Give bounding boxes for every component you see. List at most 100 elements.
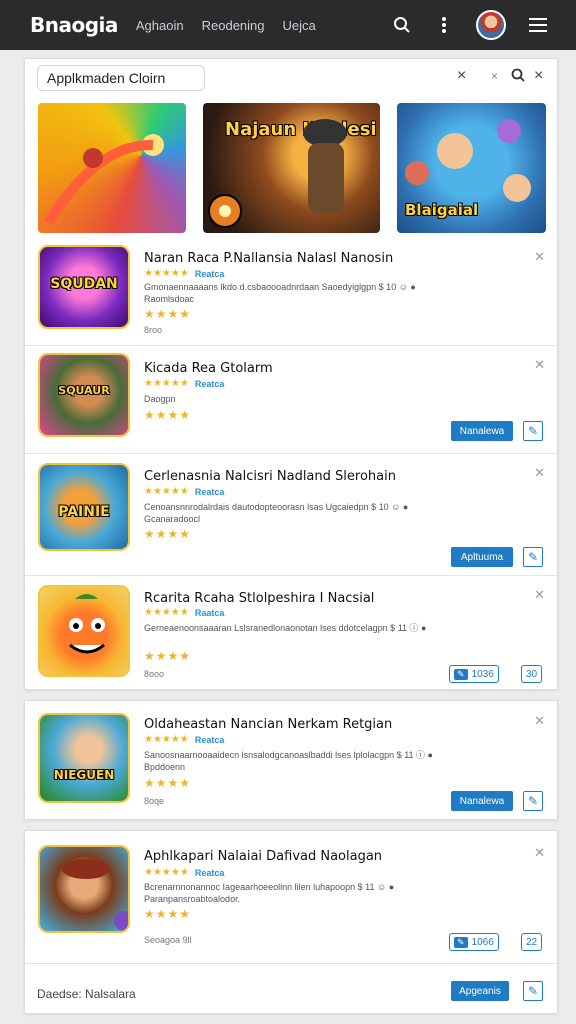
dismiss-icon[interactable]: ✕: [534, 249, 545, 265]
footer-label: Daedse: Nalsalara: [37, 987, 136, 1001]
category-badge: Reatca: [194, 867, 225, 878]
app-meta: 8roo: [144, 325, 163, 335]
app-title[interactable]: Aphlkapari Nalaiai Dafivad Naolagan: [144, 849, 382, 864]
rating-stars: ★★★★★: [144, 486, 189, 497]
edit-icon[interactable]: ✎: [523, 981, 543, 1001]
avatar[interactable]: [476, 10, 506, 40]
rating-stars: ★★★★★: [144, 867, 189, 878]
app-icon: PAINIE: [38, 463, 130, 551]
rating-line: ★★★★★ Reatca: [144, 268, 224, 279]
result-card: NIEGUEN Oldaheastan Nancian Nerkam Retgi…: [24, 700, 558, 820]
rating-stars-large: ★★★★: [144, 307, 192, 321]
app-meta: 8ooo: [144, 669, 165, 679]
search-icon[interactable]: [511, 68, 525, 87]
app-description: Cenoansnnrodalrdais dautodopteoorasn lsa…: [144, 502, 409, 512]
nav-link-1[interactable]: Aghaoin: [136, 18, 184, 33]
app-icon: SQUDAN: [38, 245, 130, 329]
rating-stars-large: ★★★★: [144, 776, 192, 790]
pill-icon: ✎: [454, 668, 468, 680]
divider: [25, 575, 557, 576]
more-vertical-icon[interactable]: [434, 15, 454, 35]
rating-stars: ★★★★★: [144, 378, 189, 389]
category-badge: Reatca: [194, 734, 225, 745]
dismiss-icon[interactable]: ✕: [534, 845, 545, 861]
featured-title-3: Blaigaial: [405, 201, 479, 219]
category-badge: Reatca: [194, 378, 225, 389]
app-meta: Seoagoa 9ll: [144, 935, 192, 945]
app-description: Sanoosnaarnooaaidecn lsnsalodgcanoaslbad…: [144, 750, 433, 760]
top-actions: [392, 0, 548, 50]
brand-logo[interactable]: Bnaogia: [30, 13, 118, 37]
search-input[interactable]: Applkmaden Cloirn: [37, 65, 205, 91]
rating-stars-large: ★★★★: [144, 408, 192, 422]
featured-thumbnail-3[interactable]: Blaigaial: [397, 103, 546, 233]
list-item[interactable]: Aphlkapari Nalaiai Dafivad Naolagan ★★★★…: [25, 845, 557, 957]
category-badge: Reatca: [194, 268, 225, 279]
rating-line: ★★★★★ Reatca: [144, 486, 224, 497]
rating-stars: ★★★★★: [144, 734, 189, 745]
primary-action-button[interactable]: Apltuuma: [451, 547, 513, 567]
app-title[interactable]: Cerlenasnia Nalcisri Nadland Slerohain: [144, 469, 396, 484]
rating-stars-large: ★★★★: [144, 527, 192, 541]
search-icon[interactable]: [392, 15, 412, 35]
rating-line: ★★★★★ Reatca: [144, 867, 224, 878]
count-pill-secondary[interactable]: 30: [521, 665, 543, 683]
dismiss-icon[interactable]: ✕: [534, 465, 545, 481]
featured-thumbnail-1[interactable]: [38, 103, 186, 233]
featured-thumbnail-2[interactable]: Najaun Khalesi: [203, 103, 380, 233]
app-icon: SQUAUR: [38, 353, 130, 437]
results-card: Applkmaden Cloirn × × × Najaun Khalesi B…: [24, 58, 558, 690]
nav-link-3[interactable]: Uejca: [283, 18, 316, 33]
app-icon: [38, 585, 130, 677]
rating-stars-large: ★★★★: [144, 649, 192, 663]
result-card: Aphlkapari Nalaiai Dafivad Naolagan ★★★★…: [24, 830, 558, 1014]
pill-icon: ✎: [454, 936, 468, 948]
edit-icon[interactable]: ✎: [523, 421, 543, 441]
clear-icon[interactable]: ×: [534, 67, 543, 85]
divider: [25, 963, 557, 964]
pill-count: 1066: [471, 936, 494, 948]
pill-extra: 22: [526, 936, 538, 948]
edit-icon[interactable]: ✎: [523, 791, 543, 811]
dismiss-icon[interactable]: ✕: [534, 587, 545, 603]
primary-action-button[interactable]: Nanalewa: [451, 421, 513, 441]
category-badge: Reatca: [194, 486, 225, 497]
rating-line: ★★★★★ Reatca: [144, 734, 224, 745]
list-item[interactable]: SQUAUR Kicada Rea Gtolarm ★★★★★ Reatca D…: [25, 353, 557, 453]
app-description: Gerneaenoonsaaaran Lslsranedlonaonotan l…: [144, 623, 427, 633]
app-description: Gmonaennaaaans lkdo d.csbaoooadnrdaan Sa…: [144, 282, 416, 292]
menu-icon[interactable]: [528, 15, 548, 35]
count-pill[interactable]: ✎ 1036: [449, 665, 499, 683]
pill-count: 1036: [471, 668, 494, 680]
app-title[interactable]: Kicada Rea Gtolarm: [144, 361, 273, 376]
category-badge: Raatca: [194, 607, 225, 618]
app-meta: 8oqe: [144, 796, 165, 806]
divider: [25, 345, 557, 346]
rating-line: ★★★★★ Raatca: [144, 607, 224, 618]
app-description-2: Gcanaradoocl: [144, 514, 201, 524]
close-small-icon[interactable]: ×: [491, 69, 498, 83]
list-item[interactable]: PAINIE Cerlenasnia Nalcisri Nadland Sler…: [25, 463, 557, 573]
rating-stars: ★★★★★: [144, 607, 189, 618]
count-pill-secondary[interactable]: 22: [521, 933, 543, 951]
list-item[interactable]: NIEGUEN Oldaheastan Nancian Nerkam Retgi…: [25, 713, 557, 813]
app-description-2: Raomlsdoac: [144, 294, 195, 304]
list-item[interactable]: Rcarita Rcaha Stlolpeshira I Nacsial ★★★…: [25, 585, 557, 685]
count-pill[interactable]: ✎ 1066: [449, 933, 499, 951]
nav-link-2[interactable]: Reodening: [202, 18, 265, 33]
list-item[interactable]: SQUDAN Naran Raca P.Nallansia Nalasl Nan…: [25, 245, 557, 345]
app-description: Bcrenarnnonannoc Iageaarhoeeolinn lilen …: [144, 882, 395, 892]
app-description-2: Bpddoenn: [144, 762, 186, 772]
app-icon: NIEGUEN: [38, 713, 130, 803]
edit-icon[interactable]: ✎: [523, 547, 543, 567]
close-icon[interactable]: ×: [457, 67, 466, 85]
app-title[interactable]: Oldaheastan Nancian Nerkam Retgian: [144, 717, 392, 732]
dismiss-icon[interactable]: ✕: [534, 357, 545, 373]
rating-stars-large: ★★★★: [144, 907, 192, 921]
dismiss-icon[interactable]: ✕: [534, 713, 545, 729]
app-title[interactable]: Naran Raca P.Nallansia Nalasl Nanosin: [144, 251, 393, 266]
primary-action-button[interactable]: Nanalewa: [451, 791, 513, 811]
footer-action-button[interactable]: Apgeanis: [451, 981, 509, 1001]
pill-extra: 30: [526, 668, 538, 680]
app-title[interactable]: Rcarita Rcaha Stlolpeshira I Nacsial: [144, 591, 374, 606]
